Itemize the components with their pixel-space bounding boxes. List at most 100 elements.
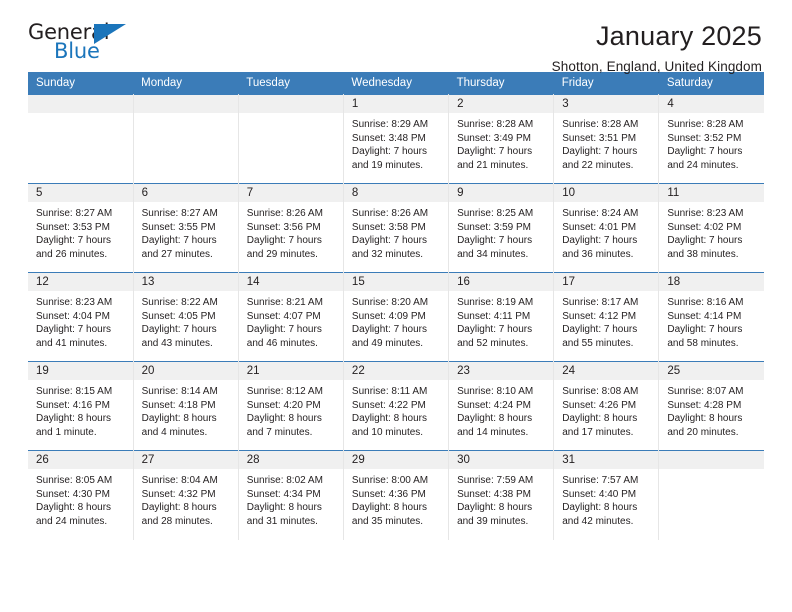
calendar-day-cell[interactable]: 12 Sunrise: 8:23 AM Sunset: 4:04 PM Dayligh… bbox=[28, 272, 134, 362]
calendar-day-cell[interactable]: 21 Sunrise: 8:12 AM Sunset: 4:20 PM Dayligh… bbox=[238, 361, 344, 451]
sunset-time: Sunset: 4:04 PM bbox=[36, 310, 110, 322]
calendar-day-cell-empty bbox=[28, 94, 134, 184]
day-number: 18 bbox=[659, 273, 764, 291]
calendar-day-cell[interactable]: 27 Sunrise: 8:04 AM Sunset: 4:32 PM Dayligh… bbox=[133, 450, 239, 540]
daylight-duration-line2: and 43 minutes. bbox=[141, 337, 213, 349]
calendar-day-cell[interactable]: 30 Sunrise: 7:59 AM Sunset: 4:38 PM Dayligh… bbox=[448, 450, 555, 540]
daylight-duration-line2: and 26 minutes. bbox=[36, 248, 108, 260]
calendar-day-cell[interactable]: 8 Sunrise: 8:26 AM Sunset: 3:58 PM Daylight… bbox=[343, 183, 450, 273]
day-details: Sunrise: 7:57 AM Sunset: 4:40 PM Daylight:… bbox=[554, 469, 658, 528]
calendar-day-cell[interactable]: 22 Sunrise: 8:11 AM Sunset: 4:22 PM Dayligh… bbox=[343, 361, 450, 451]
day-number: 5 bbox=[28, 184, 133, 202]
day-details: Sunrise: 8:28 AM Sunset: 3:51 PM Daylight:… bbox=[554, 113, 658, 172]
daylight-duration-line1: Daylight: 7 hours bbox=[457, 235, 533, 247]
day-number bbox=[238, 95, 343, 113]
daylight-duration-line1: Daylight: 7 hours bbox=[667, 146, 743, 158]
sunrise-time: Sunrise: 8:07 AM bbox=[667, 386, 744, 397]
day-number: 11 bbox=[659, 184, 764, 202]
daylight-duration-line1: Daylight: 7 hours bbox=[351, 324, 427, 336]
daylight-duration-line2: and 24 minutes. bbox=[667, 159, 739, 171]
daylight-duration-line1: Daylight: 8 hours bbox=[36, 413, 112, 425]
calendar-day-cell[interactable]: 28 Sunrise: 8:02 AM Sunset: 4:34 PM Dayligh… bbox=[238, 450, 344, 540]
calendar-day-cell[interactable]: 16 Sunrise: 8:19 AM Sunset: 4:11 PM Dayligh… bbox=[448, 272, 555, 362]
calendar-day-cell[interactable]: 9 Sunrise: 8:25 AM Sunset: 3:59 PM Daylight… bbox=[448, 183, 555, 273]
daylight-duration-line1: Daylight: 7 hours bbox=[562, 324, 638, 336]
sunrise-time: Sunrise: 7:57 AM bbox=[562, 475, 639, 486]
day-details: Sunrise: 8:12 AM Sunset: 4:20 PM Daylight:… bbox=[239, 380, 343, 439]
day-details: Sunrise: 8:28 AM Sunset: 3:49 PM Daylight:… bbox=[449, 113, 553, 172]
day-number bbox=[659, 451, 764, 469]
day-details: Sunrise: 8:28 AM Sunset: 3:52 PM Daylight:… bbox=[659, 113, 764, 172]
daylight-duration-line2: and 10 minutes. bbox=[351, 426, 424, 438]
daylight-duration-line2: and 35 minutes. bbox=[351, 515, 424, 527]
calendar-day-cell[interactable]: 31 Sunrise: 7:57 AM Sunset: 4:40 PM Dayligh… bbox=[553, 450, 660, 540]
calendar-day-cell[interactable]: 15 Sunrise: 8:20 AM Sunset: 4:09 PM Dayligh… bbox=[343, 272, 450, 362]
sunrise-time: Sunrise: 8:26 AM bbox=[351, 208, 429, 219]
calendar-day-cell[interactable]: 7 Sunrise: 8:26 AM Sunset: 3:56 PM Daylight… bbox=[238, 183, 344, 273]
day-number: 13 bbox=[133, 273, 238, 291]
daylight-duration-line2: and 19 minutes. bbox=[351, 159, 424, 171]
day-details bbox=[239, 113, 343, 118]
calendar-day-cell[interactable]: 17 Sunrise: 8:17 AM Sunset: 4:12 PM Dayligh… bbox=[553, 272, 660, 362]
sunset-time: Sunset: 3:52 PM bbox=[667, 132, 742, 144]
calendar-day-cell[interactable]: 29 Sunrise: 8:00 AM Sunset: 4:36 PM Dayligh… bbox=[343, 450, 450, 540]
calendar-day-cell[interactable]: 19 Sunrise: 8:15 AM Sunset: 4:16 PM Dayligh… bbox=[28, 361, 134, 451]
calendar-day-cell[interactable]: 20 Sunrise: 8:14 AM Sunset: 4:18 PM Dayligh… bbox=[133, 361, 239, 451]
day-number: 24 bbox=[554, 362, 659, 380]
weekday-header-monday: Monday bbox=[133, 72, 239, 95]
calendar-day-cell[interactable]: 14 Sunrise: 8:21 AM Sunset: 4:07 PM Dayligh… bbox=[238, 272, 344, 362]
weekday-header-row: Sunday Monday Tuesday Wednesday Thursday… bbox=[28, 72, 764, 95]
weekday-header-friday: Friday bbox=[553, 72, 659, 95]
calendar-day-cell[interactable]: 3 Sunrise: 8:28 AM Sunset: 3:51 PM Daylight… bbox=[553, 94, 660, 184]
sunrise-time: Sunrise: 8:10 AM bbox=[457, 386, 534, 397]
day-details: Sunrise: 7:59 AM Sunset: 4:38 PM Daylight:… bbox=[449, 469, 553, 528]
sunset-time: Sunset: 3:59 PM bbox=[457, 221, 531, 233]
sunset-time: Sunset: 4:32 PM bbox=[141, 488, 216, 500]
day-details: Sunrise: 8:27 AM Sunset: 3:53 PM Daylight:… bbox=[28, 202, 133, 261]
daylight-duration-line1: Daylight: 8 hours bbox=[351, 413, 427, 425]
day-number: 30 bbox=[449, 451, 554, 469]
weekday-header-thursday: Thursday bbox=[448, 72, 554, 95]
daylight-duration-line1: Daylight: 8 hours bbox=[141, 502, 217, 514]
daylight-duration-line2: and 20 minutes. bbox=[667, 426, 739, 438]
day-details: Sunrise: 8:19 AM Sunset: 4:11 PM Daylight:… bbox=[449, 291, 553, 350]
calendar-day-cell[interactable]: 4 Sunrise: 8:28 AM Sunset: 3:52 PM Daylight… bbox=[658, 94, 764, 184]
daylight-duration-line2: and 27 minutes. bbox=[141, 248, 213, 260]
daylight-duration-line2: and 49 minutes. bbox=[351, 337, 424, 349]
calendar-day-cell-empty bbox=[238, 94, 344, 184]
day-details: Sunrise: 8:23 AM Sunset: 4:02 PM Daylight:… bbox=[659, 202, 764, 261]
day-number bbox=[133, 95, 238, 113]
day-number: 25 bbox=[659, 362, 764, 380]
day-details: Sunrise: 8:11 AM Sunset: 4:22 PM Daylight:… bbox=[344, 380, 448, 439]
daylight-duration-line1: Daylight: 7 hours bbox=[457, 324, 533, 336]
calendar-day-cell[interactable]: 23 Sunrise: 8:10 AM Sunset: 4:24 PM Dayligh… bbox=[448, 361, 555, 451]
sunrise-time: Sunrise: 8:14 AM bbox=[141, 386, 218, 397]
calendar-day-cell[interactable]: 5 Sunrise: 8:27 AM Sunset: 3:53 PM Daylight… bbox=[28, 183, 134, 273]
sunset-time: Sunset: 4:09 PM bbox=[351, 310, 426, 322]
calendar-day-cell[interactable]: 6 Sunrise: 8:27 AM Sunset: 3:55 PM Daylight… bbox=[133, 183, 239, 273]
daylight-duration-line1: Daylight: 8 hours bbox=[562, 502, 638, 514]
calendar-day-cell[interactable]: 11 Sunrise: 8:23 AM Sunset: 4:02 PM Dayligh… bbox=[658, 183, 764, 273]
day-details: Sunrise: 8:00 AM Sunset: 4:36 PM Daylight:… bbox=[344, 469, 448, 528]
day-details: Sunrise: 8:22 AM Sunset: 4:05 PM Daylight:… bbox=[134, 291, 238, 350]
daylight-duration-line2: and 22 minutes. bbox=[562, 159, 634, 171]
daylight-duration-line1: Daylight: 7 hours bbox=[351, 235, 427, 247]
day-number: 8 bbox=[343, 184, 449, 202]
calendar-day-cell[interactable]: 1 Sunrise: 8:29 AM Sunset: 3:48 PM Daylight… bbox=[343, 94, 450, 184]
calendar-day-cell[interactable]: 25 Sunrise: 8:07 AM Sunset: 4:28 PM Dayligh… bbox=[658, 361, 764, 451]
calendar-day-cell[interactable]: 24 Sunrise: 8:08 AM Sunset: 4:26 PM Dayligh… bbox=[553, 361, 660, 451]
calendar-day-cell-empty bbox=[133, 94, 239, 184]
sunset-time: Sunset: 4:24 PM bbox=[457, 399, 531, 411]
calendar-day-cell[interactable]: 10 Sunrise: 8:24 AM Sunset: 4:01 PM Dayligh… bbox=[553, 183, 660, 273]
calendar-day-cell[interactable]: 26 Sunrise: 8:05 AM Sunset: 4:30 PM Dayligh… bbox=[28, 450, 134, 540]
sunrise-time: Sunrise: 8:00 AM bbox=[351, 475, 429, 486]
generalblue-logo[interactable]: General Blue bbox=[28, 22, 140, 68]
calendar-day-cell[interactable]: 13 Sunrise: 8:22 AM Sunset: 4:05 PM Dayligh… bbox=[133, 272, 239, 362]
day-details: Sunrise: 8:26 AM Sunset: 3:58 PM Daylight:… bbox=[344, 202, 448, 261]
calendar-day-cell[interactable]: 18 Sunrise: 8:16 AM Sunset: 4:14 PM Dayligh… bbox=[658, 272, 764, 362]
daylight-duration-line1: Daylight: 7 hours bbox=[246, 235, 322, 247]
sunset-time: Sunset: 3:48 PM bbox=[351, 132, 426, 144]
day-number: 12 bbox=[28, 273, 133, 291]
calendar-day-cell[interactable]: 2 Sunrise: 8:28 AM Sunset: 3:49 PM Daylight… bbox=[448, 94, 555, 184]
weekday-header-tuesday: Tuesday bbox=[238, 72, 344, 95]
